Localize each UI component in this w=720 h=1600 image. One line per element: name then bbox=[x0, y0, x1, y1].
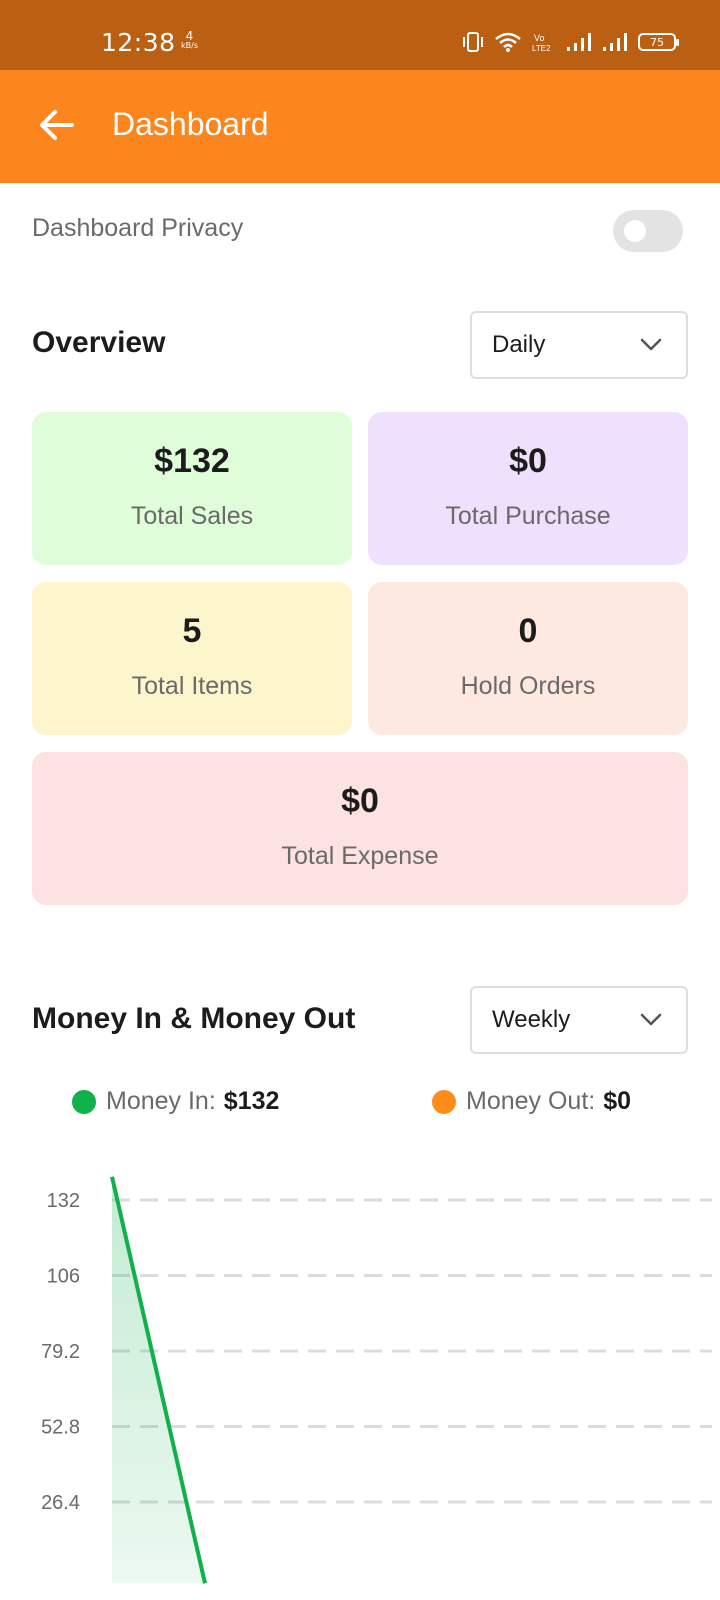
y-tick-label: 106 bbox=[47, 1266, 80, 1288]
total-sales-card[interactable]: $132 Total Sales bbox=[32, 412, 352, 565]
signal-icon bbox=[567, 33, 591, 51]
money-in-out-title: Money In & Money Out bbox=[32, 1002, 356, 1035]
dashboard-privacy-label: Dashboard Privacy bbox=[32, 214, 244, 242]
network-speed-unit: kB/s bbox=[181, 41, 198, 50]
wifi-icon bbox=[495, 32, 521, 52]
signal-icon bbox=[603, 33, 627, 51]
money-out-value: $0 bbox=[603, 1087, 632, 1115]
chevron-down-icon bbox=[640, 338, 662, 351]
volte-icon: Vo LTE2 bbox=[532, 33, 551, 53]
network-speed-value: 4 bbox=[185, 29, 194, 43]
battery-icon: 75 bbox=[638, 33, 679, 51]
y-tick-label: 132 bbox=[47, 1190, 80, 1212]
network-speed: 4 kB/s bbox=[181, 29, 198, 50]
total-expense-card[interactable]: $0 Total Expense bbox=[32, 752, 688, 905]
vibrate-icon bbox=[463, 32, 483, 52]
money-in-value: $132 bbox=[223, 1087, 280, 1115]
total-sales-value: $132 bbox=[154, 442, 230, 480]
money-out-label: Money Out: bbox=[466, 1087, 596, 1115]
money-period-value: Weekly bbox=[492, 1006, 571, 1033]
overview-period-value: Daily bbox=[492, 331, 546, 358]
svg-text:Vo: Vo bbox=[534, 33, 545, 43]
y-tick-label: 79.2 bbox=[41, 1341, 80, 1363]
total-expense-label: Total Expense bbox=[281, 842, 439, 870]
total-sales-label: Total Sales bbox=[130, 502, 254, 530]
money-period-dropdown[interactable]: Weekly bbox=[470, 986, 688, 1054]
page-title: Dashboard bbox=[112, 106, 269, 142]
app-bar: Dashboard bbox=[0, 70, 720, 183]
hold-orders-value: 0 bbox=[518, 612, 538, 650]
status-time: 12:38 bbox=[101, 28, 176, 57]
money-in-label: Money In: bbox=[106, 1087, 216, 1115]
money-chart: 132 106 79.2 52.8 26.4 bbox=[41, 1176, 712, 1584]
total-purchase-label: Total Purchase bbox=[445, 502, 611, 530]
money-in-dot bbox=[72, 1089, 96, 1114]
status-bar: 12:38 4 kB/s Vo LTE2 75 bbox=[0, 0, 720, 70]
total-items-value: 5 bbox=[182, 612, 202, 650]
money-out-dot bbox=[432, 1089, 456, 1114]
overview-title: Overview bbox=[32, 326, 166, 359]
total-purchase-value: $0 bbox=[509, 442, 547, 480]
hold-orders-label: Hold Orders bbox=[460, 672, 596, 700]
total-purchase-card[interactable]: $0 Total Purchase bbox=[368, 412, 688, 565]
toggle-knob bbox=[624, 220, 646, 242]
battery-level: 75 bbox=[650, 35, 664, 49]
overview-period-dropdown[interactable]: Daily bbox=[470, 311, 688, 379]
y-tick-label: 52.8 bbox=[41, 1417, 80, 1439]
dashboard-privacy-toggle[interactable] bbox=[613, 210, 683, 252]
total-items-card[interactable]: 5 Total Items bbox=[32, 582, 352, 735]
total-items-label: Total Items bbox=[131, 672, 253, 700]
svg-text:LTE2: LTE2 bbox=[532, 44, 551, 53]
chevron-down-icon bbox=[640, 1013, 662, 1026]
status-icons: Vo LTE2 75 bbox=[462, 31, 679, 53]
legend-money-in: Money In: $132 bbox=[72, 1087, 279, 1116]
hold-orders-card[interactable]: 0 Hold Orders bbox=[368, 582, 688, 735]
legend-money-out: Money Out: $0 bbox=[432, 1087, 631, 1116]
y-tick-label: 26.4 bbox=[41, 1492, 80, 1514]
arrow-left-icon[interactable] bbox=[38, 106, 76, 144]
total-expense-value: $0 bbox=[341, 782, 379, 820]
